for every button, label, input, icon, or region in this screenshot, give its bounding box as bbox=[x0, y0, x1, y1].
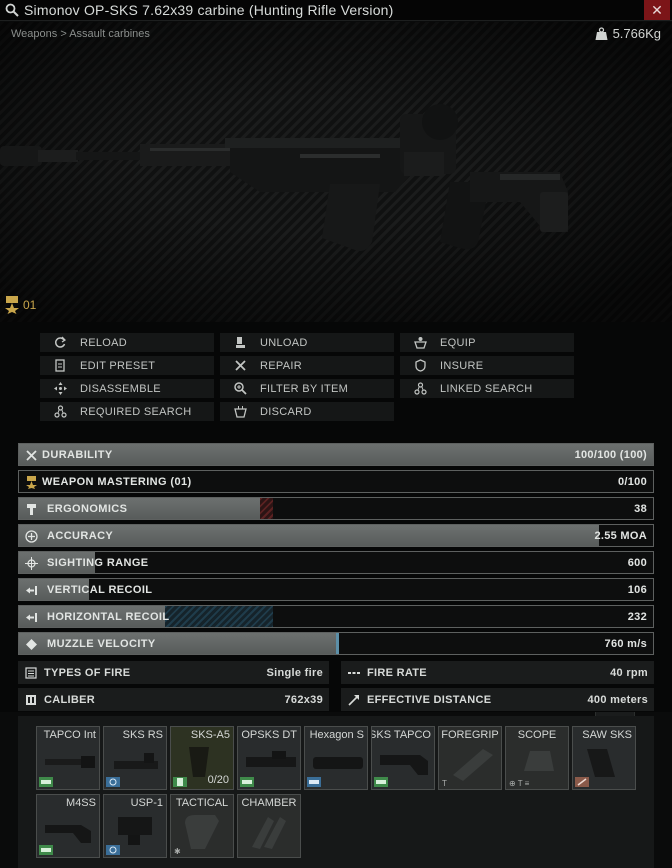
mod-category-icon bbox=[39, 845, 53, 855]
mod-slot-foregrip[interactable]: FOREGRIP T bbox=[438, 726, 502, 790]
rear-sight-image bbox=[114, 753, 158, 769]
mod-slot-hexagon[interactable]: Hexagon S bbox=[304, 726, 368, 790]
mod-slot-rear-sight[interactable]: SKS RS bbox=[103, 726, 167, 790]
mod-category-icon bbox=[173, 777, 187, 787]
unload-icon bbox=[220, 336, 260, 349]
stat-sighting-range: SIGHTING RANGE 600 bbox=[18, 551, 654, 574]
disassemble-button[interactable]: DISASSEMBLE bbox=[40, 379, 214, 398]
stat-vertical-recoil: VERTICAL RECOIL 106 bbox=[18, 578, 654, 601]
stat-durability: DURABILITY 100/100 (100) bbox=[18, 443, 654, 466]
required-search-icon bbox=[40, 405, 80, 418]
mod-slot-dust-cover[interactable]: OPSKS DT bbox=[237, 726, 301, 790]
info-fire-rate: FIRE RATE 40 rpm bbox=[341, 661, 654, 684]
scope-placeholder-icon bbox=[524, 751, 554, 771]
scope-mount-image bbox=[118, 817, 152, 845]
caliber-icon bbox=[18, 694, 44, 706]
mod-slot-magazine[interactable]: SKS-A5 0/20 bbox=[170, 726, 234, 790]
equip-icon bbox=[400, 336, 440, 349]
mod-category-icon bbox=[39, 777, 53, 787]
sighting-range-icon bbox=[23, 555, 39, 571]
mod-slot-tactical[interactable]: TACTICAL ✱ bbox=[170, 794, 234, 858]
distance-icon bbox=[341, 694, 367, 706]
suppressor-image bbox=[313, 757, 363, 769]
mod-slot-stock-m4ss[interactable]: M4SS bbox=[36, 794, 100, 858]
weapon-image bbox=[0, 104, 568, 251]
accuracy-icon bbox=[23, 528, 39, 544]
stat-weapon-mastering: WEAPON MASTERING (01) 0/100 bbox=[18, 470, 654, 493]
breadcrumb[interactable]: Weapons > Assault carbines bbox=[11, 28, 150, 40]
durability-icon bbox=[23, 447, 39, 463]
mod-category-icon bbox=[240, 777, 254, 787]
repair-button[interactable]: REPAIR bbox=[220, 356, 394, 375]
mod-slot-stock[interactable]: SKS TAPCO bbox=[371, 726, 435, 790]
stat-accuracy: ACCURACY 2.55 MOA bbox=[18, 524, 654, 547]
search-icon bbox=[5, 3, 19, 17]
close-button[interactable]: ✕ bbox=[644, 0, 670, 20]
chamber-placeholder-icon bbox=[252, 817, 286, 849]
mod-slot-scope[interactable]: SCOPE ⊕T≡ bbox=[505, 726, 569, 790]
edit-preset-icon bbox=[40, 359, 80, 372]
mod-slot-muzzle[interactable]: TAPCO Int bbox=[36, 726, 100, 790]
info-caliber: CALIBER 762x39 bbox=[18, 688, 329, 711]
ergonomics-icon bbox=[23, 501, 39, 517]
unload-button[interactable]: UNLOAD bbox=[220, 333, 394, 352]
mod-category-icon bbox=[106, 777, 120, 787]
muzzle-velocity-icon bbox=[23, 636, 39, 652]
weight-value: 5.766Kg bbox=[612, 26, 661, 41]
repair-icon bbox=[220, 359, 260, 372]
linked-search-icon bbox=[400, 382, 440, 395]
buttstock-image bbox=[45, 825, 91, 843]
filter-icon bbox=[220, 382, 260, 395]
fire-type-icon bbox=[18, 666, 44, 679]
edit-preset-button[interactable]: EDIT PRESET bbox=[40, 356, 214, 375]
stat-muzzle-velocity: MUZZLE VELOCITY 760 m/s bbox=[18, 632, 654, 655]
discard-icon bbox=[220, 405, 260, 418]
discard-button[interactable]: DISCARD bbox=[220, 402, 394, 421]
linked-search-button[interactable]: LINKED SEARCH bbox=[400, 379, 574, 398]
stock-image bbox=[380, 755, 428, 775]
context-actions: RELOAD UNLOAD EQUIP EDIT PRESET REPAIR I… bbox=[0, 322, 672, 718]
mod-category-icon bbox=[374, 777, 388, 787]
foregrip-placeholder-icon bbox=[453, 749, 493, 781]
weight-icon bbox=[595, 26, 608, 40]
stat-ergonomics: ERGONOMICS 38 bbox=[18, 497, 654, 520]
insure-button[interactable]: INSURE bbox=[400, 356, 574, 375]
stat-horizontal-recoil: HORIZONTAL RECOIL 232 bbox=[18, 605, 654, 628]
window-titlebar: Simonov OP-SKS 7.62x39 carbine (Hunting … bbox=[0, 0, 672, 21]
mod-slot-usp1[interactable]: USP-1 bbox=[103, 794, 167, 858]
mastering-icon bbox=[23, 474, 39, 490]
handguard-image bbox=[587, 749, 615, 777]
mod-category-icon bbox=[307, 777, 321, 787]
weapon-stats: DURABILITY 100/100 (100) WEAPON MASTERIN… bbox=[0, 432, 672, 712]
tactical-placeholder-icon bbox=[185, 815, 219, 849]
mod-slot-handguard[interactable]: SAW SKS bbox=[572, 726, 636, 790]
disassemble-icon bbox=[40, 382, 80, 395]
info-types-of-fire: TYPES OF FIRE Single fire bbox=[18, 661, 329, 684]
fire-rate-icon bbox=[341, 667, 367, 679]
reload-icon bbox=[40, 336, 80, 349]
mastery-icon bbox=[5, 296, 19, 314]
vertical-recoil-icon bbox=[23, 582, 39, 598]
mod-slots: TAPCO Int SKS RS SKS-A5 0/20 OPSKS DT He… bbox=[18, 716, 654, 868]
weight-indicator: 5.766Kg bbox=[595, 26, 661, 41]
insure-icon bbox=[400, 359, 440, 372]
mod-category-icon bbox=[575, 777, 589, 787]
horizontal-recoil-icon bbox=[23, 609, 39, 625]
mod-category-icon bbox=[106, 845, 120, 855]
equip-button[interactable]: EQUIP bbox=[400, 333, 574, 352]
dust-cover-image bbox=[246, 751, 296, 767]
filter-by-item-button[interactable]: FILTER BY ITEM bbox=[220, 379, 394, 398]
mastery-badge: 01 bbox=[4, 296, 36, 314]
mod-slot-chamber[interactable]: CHAMBER bbox=[237, 794, 301, 858]
item-preview: Weapons > Assault carbines 5.766Kg 01 bbox=[0, 22, 672, 322]
reload-button[interactable]: RELOAD bbox=[40, 333, 214, 352]
muzzle-device-image bbox=[45, 756, 95, 768]
info-effective-distance: EFFECTIVE DISTANCE 400 meters bbox=[341, 688, 654, 711]
mastery-level: 01 bbox=[23, 298, 37, 312]
required-search-button[interactable]: REQUIRED SEARCH bbox=[40, 402, 214, 421]
window-title: Simonov OP-SKS 7.62x39 carbine (Hunting … bbox=[24, 2, 394, 18]
